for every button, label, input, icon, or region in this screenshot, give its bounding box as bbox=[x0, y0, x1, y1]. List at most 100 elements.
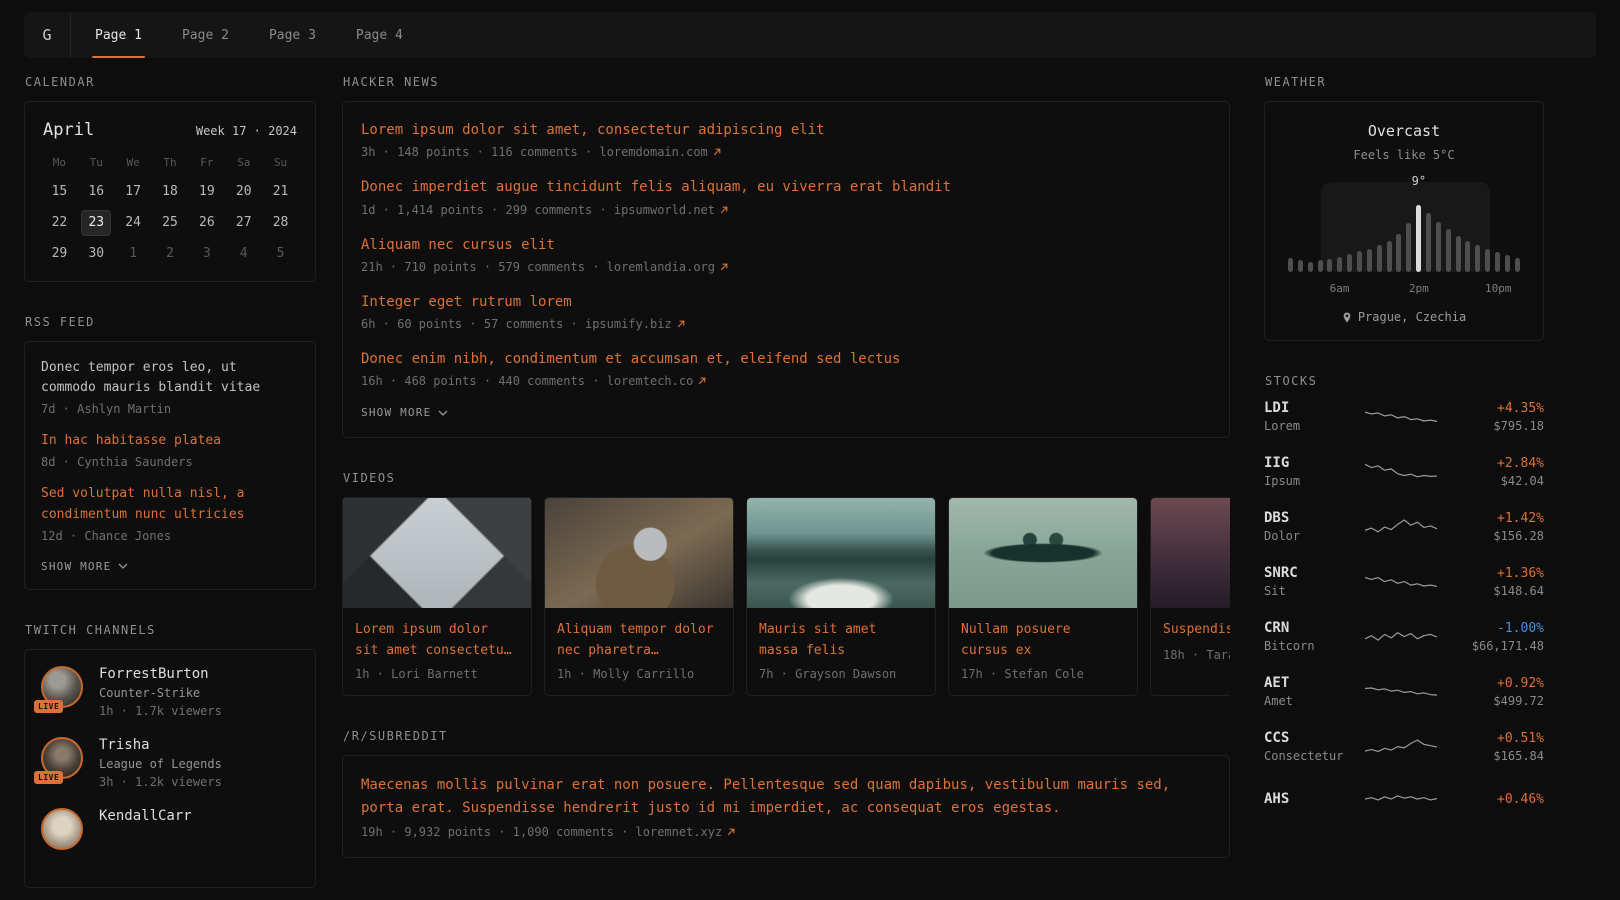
stock-name: Bitcorn bbox=[1264, 639, 1358, 653]
tab-page-2[interactable]: Page 2 bbox=[182, 12, 229, 58]
weather-hour-bar bbox=[1357, 251, 1362, 272]
video-row: Lorem ipsum dolor sit amet consectetu… 1… bbox=[342, 497, 1230, 696]
video-card[interactable]: Nullam posuere cursus ex 17h · Stefan Co… bbox=[948, 497, 1138, 696]
calendar-day-header: Mo bbox=[41, 156, 78, 174]
calendar-day: 22 bbox=[44, 210, 74, 236]
external-link-icon bbox=[698, 377, 706, 385]
weather-peak-temp: 9° bbox=[1412, 174, 1426, 188]
rss-card: Donec tempor eros leo, ut commodo mauris… bbox=[24, 341, 316, 590]
hackernews-item-link[interactable]: Aliquam nec cursus elit bbox=[361, 235, 1211, 255]
stock-row[interactable]: IIGIpsum +2.84%$42.04 bbox=[1264, 455, 1544, 488]
rss-show-more-button[interactable]: SHOW MORE bbox=[41, 560, 128, 573]
video-card[interactable]: Suspendisse diam 18h · Tara bbox=[1150, 497, 1230, 696]
weather-widget-title: WEATHER bbox=[1265, 75, 1544, 89]
video-thumbnail bbox=[747, 498, 935, 608]
tab-page-3[interactable]: Page 3 bbox=[269, 12, 316, 58]
hackernews-item-link[interactable]: Donec imperdiet augue tincidunt felis al… bbox=[361, 177, 1211, 197]
videos-widget: VIDEOS Lorem ipsum dolor sit amet consec… bbox=[342, 471, 1230, 696]
video-body: Nullam posuere cursus ex 17h · Stefan Co… bbox=[949, 608, 1137, 695]
calendar-day: 18 bbox=[155, 179, 185, 205]
calendar-day: 3 bbox=[192, 241, 222, 267]
hackernews-item-link[interactable]: Donec enim nibh, condimentum et accumsan… bbox=[361, 349, 1211, 369]
video-title-link[interactable]: Mauris sit amet massa felis bbox=[759, 620, 923, 660]
subreddit-post-link[interactable]: Maecenas mollis pulvinar erat non posuer… bbox=[361, 774, 1211, 819]
video-thumbnail bbox=[545, 498, 733, 608]
twitch-channel[interactable]: LIVE ForrestBurton Counter-Strike 1h · 1… bbox=[41, 666, 299, 718]
video-card[interactable]: Mauris sit amet massa felis 7h · Grayson… bbox=[746, 497, 936, 696]
calendar-day-header: Fr bbox=[188, 156, 225, 174]
app-logo[interactable]: G bbox=[24, 12, 71, 58]
hackernews-item-link[interactable]: Lorem ipsum dolor sit amet, consectetur … bbox=[361, 120, 1211, 140]
stock-price: $499.72 bbox=[1444, 694, 1544, 708]
stock-name: Amet bbox=[1264, 694, 1358, 708]
video-thumbnail bbox=[949, 498, 1137, 608]
channel-avatar bbox=[41, 808, 83, 850]
rss-item-link[interactable]: Sed volutpat nulla nisl, a condimentum n… bbox=[41, 484, 299, 524]
weather-hour-bar bbox=[1416, 205, 1421, 272]
tab-page-4[interactable]: Page 4 bbox=[356, 12, 403, 58]
calendar-day: 19 bbox=[192, 179, 222, 205]
calendar-day: 2 bbox=[155, 241, 185, 267]
hackernews-item: Integer eget rutrum lorem 6h · 60 points… bbox=[361, 292, 1211, 331]
calendar-day-header: We bbox=[115, 156, 152, 174]
hackernews-item: Donec enim nibh, condimentum et accumsan… bbox=[361, 349, 1211, 388]
rss-item-link[interactable]: In hac habitasse platea bbox=[41, 431, 299, 451]
calendar-day: 21 bbox=[266, 179, 296, 205]
weather-hour-bar bbox=[1465, 241, 1470, 272]
hackernews-show-more-button[interactable]: SHOW MORE bbox=[361, 406, 448, 419]
chevron-down-icon bbox=[118, 563, 128, 569]
top-navigation-bar: G Page 1 Page 2 Page 3 Page 4 bbox=[24, 12, 1596, 58]
external-link-icon bbox=[720, 263, 728, 271]
stock-change: +0.92% bbox=[1444, 676, 1544, 691]
stock-name: Ipsum bbox=[1264, 474, 1358, 488]
tab-page-1[interactable]: Page 1 bbox=[95, 12, 142, 58]
avatar-wrap: LIVE bbox=[41, 737, 85, 781]
weather-hour-bar bbox=[1367, 249, 1372, 272]
meta-text: 21h · 710 points · 579 comments · loreml… bbox=[361, 260, 715, 274]
stock-row[interactable]: SNRCSit +1.36%$148.64 bbox=[1264, 565, 1544, 598]
calendar-day: 27 bbox=[229, 210, 259, 236]
calendar-day: 17 bbox=[118, 179, 148, 205]
stock-row[interactable]: AHS +0.46% bbox=[1264, 785, 1544, 813]
external-link-icon bbox=[720, 206, 728, 214]
twitch-channel[interactable]: KendallCarr bbox=[41, 808, 299, 852]
video-card[interactable]: Aliquam tempor dolor nec pharetra… 1h · … bbox=[544, 497, 734, 696]
hackernews-item-link[interactable]: Integer eget rutrum lorem bbox=[361, 292, 1211, 312]
calendar-grid: MoTuWeThFrSaSu15161718192021222324252627… bbox=[41, 156, 299, 267]
twitch-channel[interactable]: LIVE Trisha League of Legends 3h · 1.2k … bbox=[41, 737, 299, 789]
stock-row[interactable]: AET Amet +0.92% $499.72 bbox=[1264, 675, 1544, 708]
weather-hour-bar bbox=[1308, 262, 1313, 273]
video-title-link[interactable]: Aliquam tempor dolor nec pharetra… bbox=[557, 620, 721, 660]
weather-condition: Overcast bbox=[1281, 122, 1527, 140]
stock-row[interactable]: LDILorem +4.35%$795.18 bbox=[1264, 400, 1544, 433]
meta-text: 3h · 148 points · 116 comments · loremdo… bbox=[361, 145, 708, 159]
stock-row[interactable]: CCSConsectetur +0.51%$165.84 bbox=[1264, 730, 1544, 763]
calendar-month: April bbox=[43, 120, 94, 140]
calendar-day-header: Sa bbox=[225, 156, 262, 174]
channel-meta: 1h · 1.7k viewers bbox=[99, 704, 222, 718]
channel-name: Trisha bbox=[99, 737, 222, 753]
rss-item: In hac habitasse platea 8d · Cynthia Sau… bbox=[41, 431, 299, 469]
video-title-link[interactable]: Suspendisse diam bbox=[1163, 620, 1230, 640]
subreddit-widget: /R/SUBREDDIT Maecenas mollis pulvinar er… bbox=[342, 729, 1230, 858]
avatar-wrap bbox=[41, 808, 85, 852]
weather-location: Prague, Czechia bbox=[1358, 310, 1466, 324]
video-title-link[interactable]: Lorem ipsum dolor sit amet consectetu… bbox=[355, 620, 519, 660]
video-title-link[interactable]: Nullam posuere cursus ex bbox=[961, 620, 1125, 660]
external-link-icon bbox=[727, 828, 735, 836]
rss-item-link[interactable]: Donec tempor eros leo, ut commodo mauris… bbox=[41, 358, 299, 398]
calendar-day: 23 bbox=[81, 210, 111, 236]
video-card[interactable]: Lorem ipsum dolor sit amet consectetu… 1… bbox=[342, 497, 532, 696]
page-tabs: Page 1 Page 2 Page 3 Page 4 bbox=[95, 12, 403, 58]
stock-name: Lorem bbox=[1264, 419, 1358, 433]
stock-sparkline bbox=[1358, 733, 1444, 761]
stock-row[interactable]: DBSDolor +1.42%$156.28 bbox=[1264, 510, 1544, 543]
stock-symbol: AET bbox=[1264, 675, 1358, 691]
weather-hour-bar bbox=[1327, 259, 1332, 272]
stock-row[interactable]: CRNBitcorn -1.00%$66,171.48 bbox=[1264, 620, 1544, 653]
stocks-widget-title: STOCKS bbox=[1265, 374, 1544, 388]
calendar-day: 28 bbox=[266, 210, 296, 236]
meta-text: 19h · 9,932 points · 1,090 comments · lo… bbox=[361, 825, 722, 839]
stock-symbol: SNRC bbox=[1264, 565, 1358, 581]
chevron-down-icon bbox=[438, 410, 448, 416]
